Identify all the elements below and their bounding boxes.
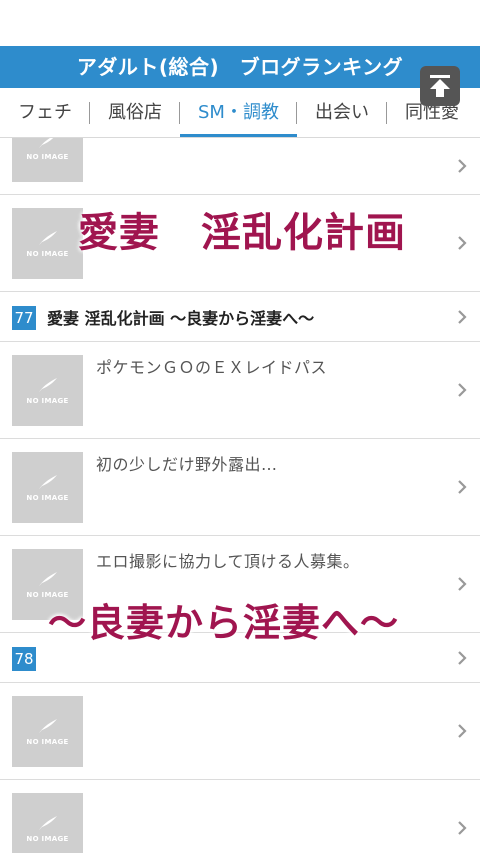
feather-icon <box>38 571 57 586</box>
no-image-thumbnail: NO IMAGE <box>12 452 83 523</box>
list-item[interactable]: NO IMAGE ポケモンＧＯのＥＸレイドパス <box>0 342 480 439</box>
scroll-to-top-button[interactable] <box>420 66 460 106</box>
ranking-header: アダルト(総合) ブログランキング <box>0 46 480 88</box>
entry-title: エロ撮影に協力して頂ける人募集。 <box>96 552 360 571</box>
chevron-right-icon <box>458 236 467 250</box>
chevron-right-icon <box>458 383 467 397</box>
feather-icon <box>38 377 57 392</box>
no-image-thumbnail: NO IMAGE <box>12 355 83 426</box>
blog-rank-row[interactable]: 77 愛妻 淫乱化計画 〜良妻から淫妻へ〜 <box>0 292 480 342</box>
rank-badge: 77 <box>12 306 36 330</box>
no-image-thumbnail: NO IMAGE <box>12 793 83 853</box>
tab-fuzoku[interactable]: 風俗店 <box>90 88 180 137</box>
list-item[interactable]: NO IMAGE <box>0 780 480 853</box>
tab-sm[interactable]: SM・調教 <box>180 88 297 137</box>
list-item[interactable]: NO IMAGE <box>0 683 480 780</box>
entry-title: ポケモンＧＯのＥＸレイドパス <box>96 358 328 377</box>
entry-title: 初の少しだけ野外露出… <box>96 455 278 474</box>
chevron-right-icon <box>458 724 467 738</box>
header-title: アダルト(総合) ブログランキング <box>76 55 404 79</box>
feather-icon <box>38 230 57 245</box>
no-image-thumbnail: NO IMAGE <box>12 138 83 182</box>
chevron-right-icon <box>458 159 467 173</box>
feather-icon <box>38 718 57 733</box>
overlay-caption-bottom: 〜良妻から淫妻へ〜 <box>48 600 400 645</box>
list-item[interactable]: NO IMAGE 初の少しだけ野外露出… <box>0 439 480 536</box>
category-tabs: フェチ 風俗店 SM・調教 出会い 同性愛 <box>0 88 480 138</box>
tab-deai[interactable]: 出会い <box>297 88 387 137</box>
rank-badge: 78 <box>12 647 36 671</box>
no-image-thumbnail: NO IMAGE <box>12 696 83 767</box>
arrow-up-icon <box>430 75 450 97</box>
feather-icon <box>38 474 57 489</box>
no-image-thumbnail: NO IMAGE <box>12 208 83 279</box>
chevron-right-icon <box>458 480 467 494</box>
chevron-right-icon <box>458 650 467 665</box>
blog-name: 愛妻 淫乱化計画 〜良妻から淫妻へ〜 <box>47 309 315 328</box>
list-item[interactable]: NO IMAGE <box>0 138 480 195</box>
status-bar <box>0 0 480 46</box>
tab-fetish[interactable]: フェチ <box>0 88 90 137</box>
overlay-caption-top: 愛妻 淫乱化計画 <box>78 209 406 256</box>
chevron-right-icon <box>458 821 467 835</box>
feather-icon <box>38 138 53 148</box>
feather-icon <box>38 815 57 830</box>
chevron-right-icon <box>458 577 467 591</box>
chevron-right-icon <box>458 309 467 324</box>
